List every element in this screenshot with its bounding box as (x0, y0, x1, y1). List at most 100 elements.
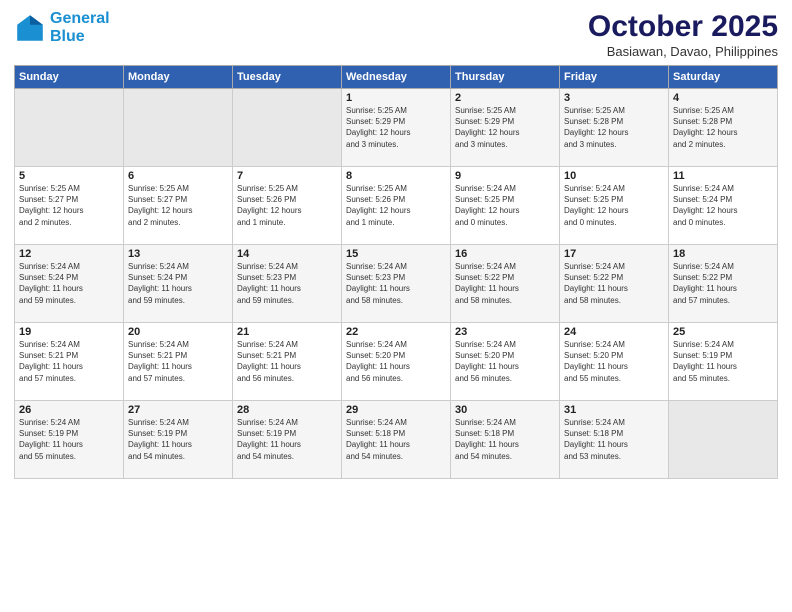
day-info: Sunrise: 5:25 AM Sunset: 5:27 PM Dayligh… (128, 183, 228, 228)
calendar-week-row: 1Sunrise: 5:25 AM Sunset: 5:29 PM Daylig… (15, 89, 778, 167)
calendar-cell: 14Sunrise: 5:24 AM Sunset: 5:23 PM Dayli… (233, 245, 342, 323)
day-number: 4 (673, 92, 773, 104)
day-info: Sunrise: 5:25 AM Sunset: 5:27 PM Dayligh… (19, 183, 119, 228)
calendar-cell: 27Sunrise: 5:24 AM Sunset: 5:19 PM Dayli… (124, 401, 233, 479)
weekday-header: Friday (560, 66, 669, 89)
calendar-cell: 24Sunrise: 5:24 AM Sunset: 5:20 PM Dayli… (560, 323, 669, 401)
calendar-cell: 19Sunrise: 5:24 AM Sunset: 5:21 PM Dayli… (15, 323, 124, 401)
calendar-cell: 4Sunrise: 5:25 AM Sunset: 5:28 PM Daylig… (669, 89, 778, 167)
calendar-cell: 10Sunrise: 5:24 AM Sunset: 5:25 PM Dayli… (560, 167, 669, 245)
header: General Blue October 2025 Basiawan, Dava… (14, 10, 778, 59)
calendar-cell: 21Sunrise: 5:24 AM Sunset: 5:21 PM Dayli… (233, 323, 342, 401)
day-info: Sunrise: 5:25 AM Sunset: 5:29 PM Dayligh… (346, 105, 446, 150)
calendar-cell: 6Sunrise: 5:25 AM Sunset: 5:27 PM Daylig… (124, 167, 233, 245)
day-info: Sunrise: 5:24 AM Sunset: 5:20 PM Dayligh… (564, 339, 664, 384)
title-block: October 2025 Basiawan, Davao, Philippine… (588, 10, 778, 59)
day-number: 17 (564, 248, 664, 260)
calendar-cell (233, 89, 342, 167)
day-info: Sunrise: 5:24 AM Sunset: 5:24 PM Dayligh… (673, 183, 773, 228)
day-number: 1 (346, 92, 446, 104)
calendar-cell: 5Sunrise: 5:25 AM Sunset: 5:27 PM Daylig… (15, 167, 124, 245)
day-number: 29 (346, 404, 446, 416)
day-info: Sunrise: 5:24 AM Sunset: 5:22 PM Dayligh… (564, 261, 664, 306)
calendar-cell: 26Sunrise: 5:24 AM Sunset: 5:19 PM Dayli… (15, 401, 124, 479)
day-info: Sunrise: 5:24 AM Sunset: 5:20 PM Dayligh… (455, 339, 555, 384)
day-number: 23 (455, 326, 555, 338)
calendar-cell: 12Sunrise: 5:24 AM Sunset: 5:24 PM Dayli… (15, 245, 124, 323)
day-number: 10 (564, 170, 664, 182)
day-number: 18 (673, 248, 773, 260)
day-number: 24 (564, 326, 664, 338)
calendar-cell: 23Sunrise: 5:24 AM Sunset: 5:20 PM Dayli… (451, 323, 560, 401)
calendar-cell: 1Sunrise: 5:25 AM Sunset: 5:29 PM Daylig… (342, 89, 451, 167)
calendar-week-row: 5Sunrise: 5:25 AM Sunset: 5:27 PM Daylig… (15, 167, 778, 245)
calendar-table: SundayMondayTuesdayWednesdayThursdayFrid… (14, 65, 778, 479)
day-info: Sunrise: 5:24 AM Sunset: 5:18 PM Dayligh… (455, 417, 555, 462)
calendar-cell (124, 89, 233, 167)
day-info: Sunrise: 5:24 AM Sunset: 5:19 PM Dayligh… (237, 417, 337, 462)
calendar-cell: 30Sunrise: 5:24 AM Sunset: 5:18 PM Dayli… (451, 401, 560, 479)
calendar-cell: 2Sunrise: 5:25 AM Sunset: 5:29 PM Daylig… (451, 89, 560, 167)
day-info: Sunrise: 5:24 AM Sunset: 5:21 PM Dayligh… (237, 339, 337, 384)
calendar-cell: 15Sunrise: 5:24 AM Sunset: 5:23 PM Dayli… (342, 245, 451, 323)
calendar-cell (15, 89, 124, 167)
calendar-week-row: 12Sunrise: 5:24 AM Sunset: 5:24 PM Dayli… (15, 245, 778, 323)
day-number: 2 (455, 92, 555, 104)
calendar-cell: 28Sunrise: 5:24 AM Sunset: 5:19 PM Dayli… (233, 401, 342, 479)
day-info: Sunrise: 5:24 AM Sunset: 5:19 PM Dayligh… (673, 339, 773, 384)
calendar-cell: 20Sunrise: 5:24 AM Sunset: 5:21 PM Dayli… (124, 323, 233, 401)
day-info: Sunrise: 5:24 AM Sunset: 5:23 PM Dayligh… (237, 261, 337, 306)
day-info: Sunrise: 5:24 AM Sunset: 5:19 PM Dayligh… (128, 417, 228, 462)
calendar-cell: 25Sunrise: 5:24 AM Sunset: 5:19 PM Dayli… (669, 323, 778, 401)
day-info: Sunrise: 5:24 AM Sunset: 5:22 PM Dayligh… (455, 261, 555, 306)
day-number: 5 (19, 170, 119, 182)
calendar-cell: 16Sunrise: 5:24 AM Sunset: 5:22 PM Dayli… (451, 245, 560, 323)
day-number: 9 (455, 170, 555, 182)
weekday-header-row: SundayMondayTuesdayWednesdayThursdayFrid… (15, 66, 778, 89)
day-info: Sunrise: 5:24 AM Sunset: 5:18 PM Dayligh… (564, 417, 664, 462)
day-number: 22 (346, 326, 446, 338)
day-number: 3 (564, 92, 664, 104)
weekday-header: Tuesday (233, 66, 342, 89)
calendar-cell: 13Sunrise: 5:24 AM Sunset: 5:24 PM Dayli… (124, 245, 233, 323)
day-info: Sunrise: 5:24 AM Sunset: 5:23 PM Dayligh… (346, 261, 446, 306)
calendar-cell (669, 401, 778, 479)
day-info: Sunrise: 5:24 AM Sunset: 5:21 PM Dayligh… (128, 339, 228, 384)
calendar-cell: 8Sunrise: 5:25 AM Sunset: 5:26 PM Daylig… (342, 167, 451, 245)
day-number: 28 (237, 404, 337, 416)
day-number: 13 (128, 248, 228, 260)
day-info: Sunrise: 5:25 AM Sunset: 5:28 PM Dayligh… (673, 105, 773, 150)
day-info: Sunrise: 5:24 AM Sunset: 5:19 PM Dayligh… (19, 417, 119, 462)
day-info: Sunrise: 5:24 AM Sunset: 5:25 PM Dayligh… (455, 183, 555, 228)
day-number: 20 (128, 326, 228, 338)
day-info: Sunrise: 5:24 AM Sunset: 5:22 PM Dayligh… (673, 261, 773, 306)
calendar-week-row: 26Sunrise: 5:24 AM Sunset: 5:19 PM Dayli… (15, 401, 778, 479)
logo-text: General Blue (50, 10, 110, 45)
weekday-header: Saturday (669, 66, 778, 89)
day-info: Sunrise: 5:24 AM Sunset: 5:25 PM Dayligh… (564, 183, 664, 228)
day-number: 30 (455, 404, 555, 416)
day-info: Sunrise: 5:24 AM Sunset: 5:20 PM Dayligh… (346, 339, 446, 384)
day-info: Sunrise: 5:24 AM Sunset: 5:24 PM Dayligh… (19, 261, 119, 306)
day-number: 25 (673, 326, 773, 338)
day-info: Sunrise: 5:25 AM Sunset: 5:28 PM Dayligh… (564, 105, 664, 150)
calendar-cell: 17Sunrise: 5:24 AM Sunset: 5:22 PM Dayli… (560, 245, 669, 323)
day-info: Sunrise: 5:25 AM Sunset: 5:29 PM Dayligh… (455, 105, 555, 150)
day-number: 21 (237, 326, 337, 338)
day-number: 7 (237, 170, 337, 182)
calendar-week-row: 19Sunrise: 5:24 AM Sunset: 5:21 PM Dayli… (15, 323, 778, 401)
calendar-cell: 3Sunrise: 5:25 AM Sunset: 5:28 PM Daylig… (560, 89, 669, 167)
day-number: 27 (128, 404, 228, 416)
weekday-header: Thursday (451, 66, 560, 89)
calendar-cell: 31Sunrise: 5:24 AM Sunset: 5:18 PM Dayli… (560, 401, 669, 479)
calendar-cell: 7Sunrise: 5:25 AM Sunset: 5:26 PM Daylig… (233, 167, 342, 245)
day-number: 14 (237, 248, 337, 260)
month-title: October 2025 (588, 10, 778, 44)
page-container: General Blue October 2025 Basiawan, Dava… (0, 0, 792, 489)
day-number: 12 (19, 248, 119, 260)
calendar-cell: 18Sunrise: 5:24 AM Sunset: 5:22 PM Dayli… (669, 245, 778, 323)
calendar-cell: 11Sunrise: 5:24 AM Sunset: 5:24 PM Dayli… (669, 167, 778, 245)
day-number: 26 (19, 404, 119, 416)
location-subtitle: Basiawan, Davao, Philippines (588, 44, 778, 59)
weekday-header: Wednesday (342, 66, 451, 89)
